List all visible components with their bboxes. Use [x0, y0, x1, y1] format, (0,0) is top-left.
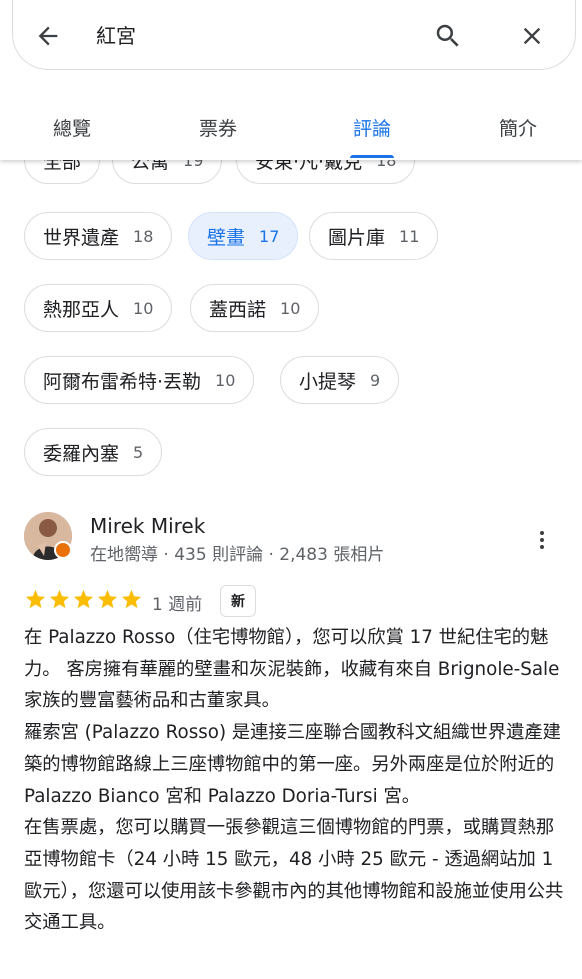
topic-chip-world-heritage[interactable]: 世界遺產 18	[24, 212, 173, 260]
search-button[interactable]	[428, 16, 468, 56]
review-time: 1 週前	[152, 595, 203, 615]
review-paragraph: 在售票處，您可以購買一張參觀這三個博物館的門票，或購買熱那亞博物館卡（24 小時…	[24, 817, 564, 934]
topic-chip-gallery[interactable]: 圖片庫 11	[309, 212, 439, 260]
tab-about[interactable]: 簡介	[476, 100, 560, 160]
search-query[interactable]: 紅宮	[96, 20, 136, 49]
review-text: 在 Palazzo Rosso（住宅博物館），您可以欣賞 17 世紀住宅的魅力。…	[24, 622, 564, 939]
tab-reviews[interactable]: 評論	[330, 100, 414, 160]
reviewer-meta: 在地嚮導 · 435 則評論 · 2,483 張相片	[90, 545, 385, 565]
topic-chip-durer[interactable]: 阿爾布雷希特·丟勒 10	[24, 356, 255, 404]
search-icon	[436, 24, 459, 47]
topic-chip-veronese[interactable]: 委羅內塞 5	[24, 428, 163, 476]
star-icon	[25, 589, 46, 609]
topic-chip-genoese[interactable]: 熱那亞人 10	[24, 284, 173, 332]
tab-overview[interactable]: 總覽	[30, 100, 114, 160]
topic-chip-violin[interactable]: 小提琴 9	[280, 356, 400, 404]
back-button[interactable]	[28, 16, 68, 56]
reviewer-name[interactable]: Mirek Mirek	[90, 514, 205, 538]
star-icon	[73, 589, 94, 609]
new-badge: 新	[220, 585, 256, 617]
active-tab-indicator	[350, 155, 394, 158]
close-icon	[523, 27, 541, 45]
rating-stars	[24, 588, 143, 611]
tab-tickets[interactable]: 票券	[176, 100, 260, 160]
star-icon	[121, 589, 142, 609]
header: 紅宮 總覽 票券 評論 簡介	[0, 0, 582, 160]
more-vert-icon	[540, 531, 544, 549]
topic-chip-guercino[interactable]: 蓋西諾 10	[190, 284, 320, 332]
tab-bar: 總覽 票券 評論 簡介	[0, 100, 582, 160]
more-options-button[interactable]	[528, 522, 556, 558]
review-paragraph: 在 Palazzo Rosso（住宅博物館），您可以欣賞 17 世紀住宅的魅力。…	[24, 627, 566, 712]
clear-button[interactable]	[512, 16, 552, 56]
review-paragraph: 羅索宮 (Palazzo Rosso) 是連接三座聯合國教科文組織世界遺產建築的…	[24, 722, 561, 807]
arrow-left-icon	[38, 26, 58, 46]
star-icon	[49, 589, 70, 609]
topic-chip-frescoes[interactable]: 壁畫 17	[188, 212, 299, 260]
star-icon	[97, 589, 118, 609]
local-guide-badge-icon	[54, 541, 72, 559]
